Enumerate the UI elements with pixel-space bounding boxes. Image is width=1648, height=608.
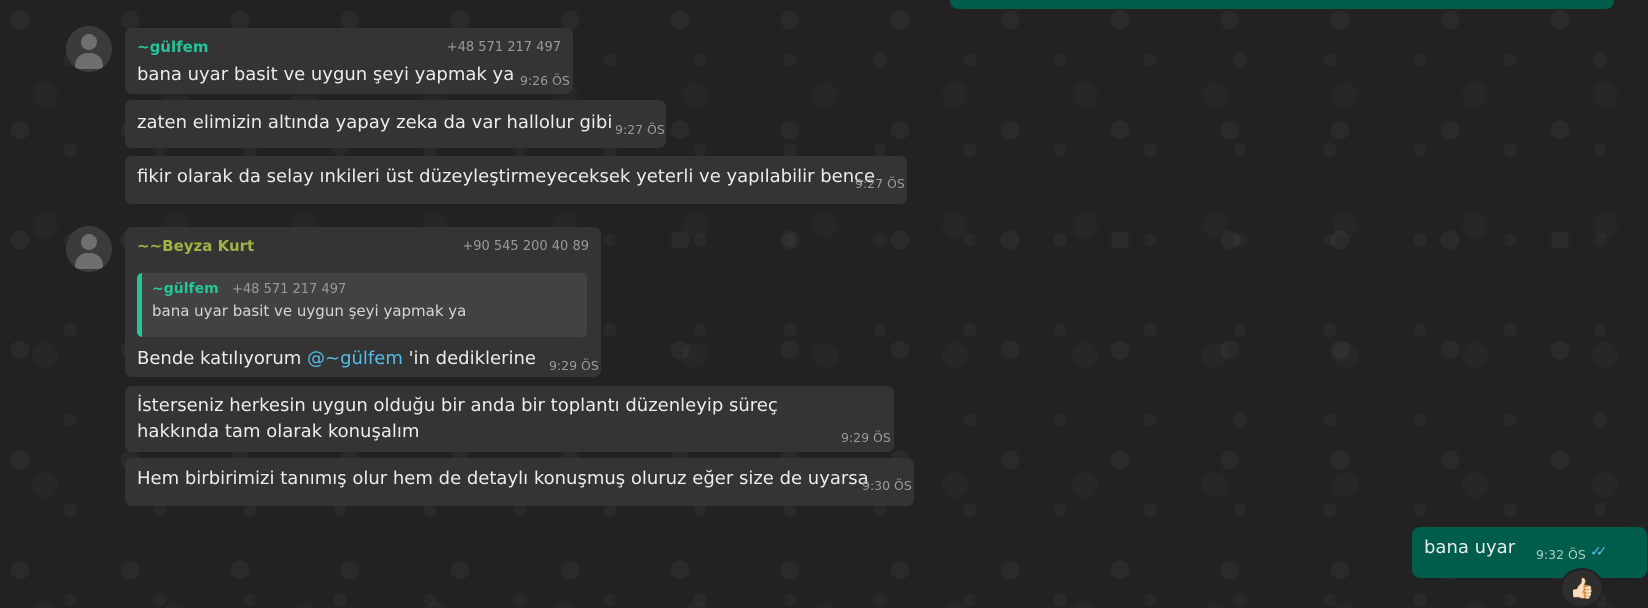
message-bubble[interactable]: ~gülfem +48 571 217 497 bana uyar basit … [125,28,573,94]
message-time: 9:27 ÖS [615,122,665,137]
message-time: 9:29 ÖS [549,358,599,373]
message-text: bana uyar [1424,537,1516,558]
avatar-gulfem[interactable] [66,26,112,72]
avatar-body-icon [75,253,103,269]
reply-text-after: 'in dediklerine [402,348,536,369]
previous-outgoing-bubble [950,0,1614,9]
sender-phone: +48 571 217 497 [446,40,561,55]
message-text: Bende katılıyorum @~gülfem 'in dedikleri… [137,346,536,372]
quoted-message[interactable]: ~gülfem +48 571 217 497 bana uyar basit … [137,273,587,337]
message-bubble[interactable]: İsterseniz herkesin uygun olduğu bir and… [125,386,894,452]
quoted-sender: ~gülfem [152,281,219,297]
double-check-read-icon: ✓✓ [1590,544,1608,560]
sender-name[interactable]: ~~Beyza Kurt [137,237,254,255]
reaction-thumbs-up[interactable]: 👍🏻 [1560,568,1604,608]
sender-phone: +90 545 200 40 89 [462,239,589,254]
avatar-body-icon [75,53,103,69]
message-time: 9:32 ÖS [1536,547,1586,562]
message-time: 9:26 ÖS [520,73,570,88]
avatar-beyza-kurt[interactable] [66,226,112,272]
message-text: fikir olarak da selay ınkileri üst düzey… [137,166,876,187]
avatar-head-icon [81,234,97,250]
message-bubble[interactable]: fikir olarak da selay ınkileri üst düzey… [125,156,907,204]
sender-name[interactable]: ~gülfem [137,38,208,56]
message-text: bana uyar basit ve uygun şeyi yapmak ya [137,64,515,85]
message-text: Hem birbirimizi tanımış olur hem de deta… [137,468,869,489]
avatar-head-icon [81,34,97,50]
quoted-phone: +48 571 217 497 [232,282,347,297]
message-text: İsterseniz herkesin uygun olduğu bir and… [137,395,778,442]
reply-text-before: Bende katılıyorum [137,348,307,369]
outgoing-message-bubble[interactable]: bana uyar 9:32 ÖS ✓✓ [1412,527,1647,578]
message-time: 9:29 ÖS [841,430,891,445]
message-time: 9:27 ÖS [855,176,905,191]
mention-link[interactable]: @~gülfem [307,348,403,369]
quoted-text: bana uyar basit ve uygun şeyi yapmak ya [152,302,467,320]
message-time: 9:30 ÖS [862,478,912,493]
message-bubble[interactable]: zaten elimizin altında yapay zeka da var… [125,100,666,148]
message-text: zaten elimizin altında yapay zeka da var… [137,112,613,133]
message-bubble[interactable]: Hem birbirimizi tanımış olur hem de deta… [125,458,914,506]
message-bubble-with-quote[interactable]: ~~Beyza Kurt +90 545 200 40 89 ~gülfem +… [125,227,601,377]
